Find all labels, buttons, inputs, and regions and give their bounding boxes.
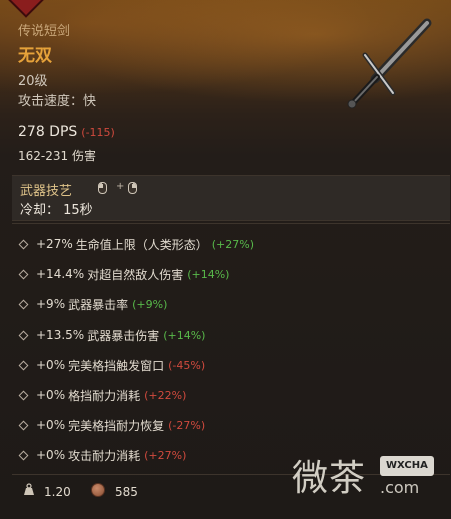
diamond-bullet-icon xyxy=(18,390,29,400)
item-level: 20级 xyxy=(18,74,48,89)
affix-label: 完美格挡耐力恢复 xyxy=(68,418,165,433)
affix-label: 格挡耐力消耗 xyxy=(68,388,141,403)
watermark-url: .com xyxy=(380,478,420,497)
affix-value: +14.4% xyxy=(36,267,85,281)
affix-row: +0% 完美格挡触发窗口 (-45%) xyxy=(18,355,205,375)
affix-label: 武器暴击率 xyxy=(68,297,129,312)
diamond-bullet-icon xyxy=(18,360,29,370)
item-price: 585 xyxy=(115,485,138,499)
affix-label: 完美格挡触发窗口 xyxy=(68,358,165,373)
affix-value: +0% xyxy=(36,418,66,432)
affix-value: +27% xyxy=(36,237,73,251)
attack-speed: 攻击速度：快 xyxy=(18,94,97,109)
plus-sign: + xyxy=(116,181,125,192)
affix-row: +9% 武器暴击率 (+9%) xyxy=(18,294,167,314)
affix-value: +0% xyxy=(36,448,66,462)
diamond-bullet-icon xyxy=(18,239,29,249)
affix-row: +0% 攻击耐力消耗 (+27%) xyxy=(18,445,186,465)
affix-value: +0% xyxy=(36,358,66,372)
item-name: 无双 xyxy=(18,46,52,66)
item-rarity: 传说短剑 xyxy=(18,24,71,39)
sword-icon xyxy=(347,18,432,109)
mouse-right-icon xyxy=(128,182,137,194)
diamond-bullet-icon xyxy=(18,450,29,460)
affix-label: 对超自然敌人伤害 xyxy=(87,267,184,282)
item-weight: 1.20 xyxy=(44,485,71,499)
watermark-badge: WXCHA xyxy=(380,456,434,476)
weight-icon xyxy=(24,483,34,495)
diamond-bullet-icon xyxy=(18,299,29,309)
affix-bonus: (-27%) xyxy=(168,418,206,432)
affix-row: +0% 格挡耐力消耗 (+22%) xyxy=(18,385,186,405)
item-tooltip: 传说短剑 无双 20级 攻击速度：快 278 DPS (-115) 162-231… xyxy=(0,0,451,519)
dps-difference: (-115) xyxy=(81,126,115,139)
weapon-skill-box: 武器技艺 + 冷却： 15秒 xyxy=(12,175,450,221)
affix-value: +0% xyxy=(36,388,66,402)
affix-row: +0% 完美格挡耐力恢复 (-27%) xyxy=(18,415,205,435)
diamond-bullet-icon xyxy=(18,330,29,340)
diamond-bullet-icon xyxy=(18,420,29,430)
affix-label: 武器暴击伤害 xyxy=(87,328,160,343)
affix-row: +27% 生命值上限（人类形态） (+27%) xyxy=(18,234,254,254)
affix-bonus: (+14%) xyxy=(187,267,230,281)
affix-bonus: (+27%) xyxy=(211,237,254,251)
watermark-text: 微茶 xyxy=(292,458,367,499)
coin-icon xyxy=(91,483,105,497)
affix-bonus: (+27%) xyxy=(144,448,187,462)
damage-range: 162-231 伤害 xyxy=(18,149,96,163)
affix-row: +13.5% 武器暴击伤害 (+14%) xyxy=(18,325,205,345)
affix-value: +9% xyxy=(36,297,66,311)
affix-bonus: (+22%) xyxy=(144,388,187,402)
affix-bonus: (+14%) xyxy=(163,328,206,342)
affix-bonus: (+9%) xyxy=(132,297,168,311)
mouse-left-icon xyxy=(98,182,107,194)
dps-line: 278 DPS (-115) xyxy=(18,124,115,140)
affix-row: +14.4% 对超自然敌人伤害 (+14%) xyxy=(18,264,229,284)
skill-cooldown: 冷却： 15秒 xyxy=(20,203,93,218)
diamond-bullet-icon xyxy=(18,269,29,279)
affix-label: 生命值上限（人类形态） xyxy=(75,237,208,252)
affix-bonus: (-45%) xyxy=(168,358,206,372)
weapon-skill-title: 武器技艺 xyxy=(20,184,73,199)
affix-value: +13.5% xyxy=(36,328,85,342)
affix-label: 攻击耐力消耗 xyxy=(68,448,141,463)
dps-value: 278 DPS xyxy=(18,124,78,140)
divider xyxy=(12,223,450,224)
